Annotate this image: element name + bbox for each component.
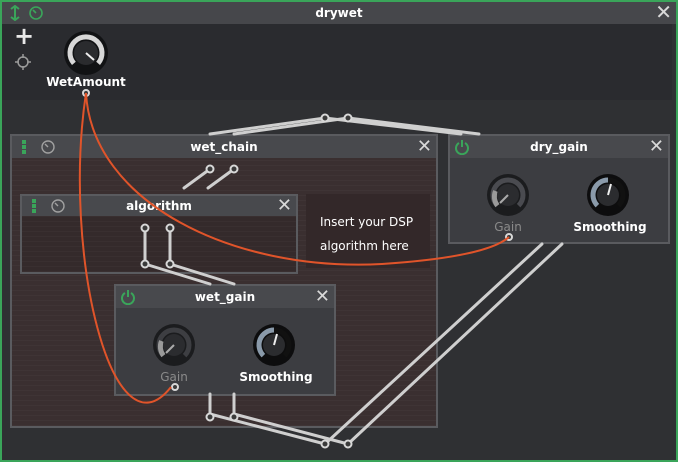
wet-gain-gain-label: Gain: [160, 370, 188, 384]
plus-icon[interactable]: +: [12, 24, 36, 48]
close-icon[interactable]: ✕: [655, 2, 672, 22]
wet-gain-title: wet_gain: [194, 290, 256, 304]
close-icon[interactable]: ✕: [649, 138, 664, 156]
wet-gain-smoothing-knob[interactable]: [252, 323, 296, 367]
dry-gain-knob[interactable]: [486, 173, 530, 217]
dsp-note-line-2: algorithm here: [320, 239, 409, 253]
dry-gain-gain-label: Gain: [494, 220, 522, 234]
close-icon[interactable]: ✕: [417, 138, 432, 156]
crosshair-icon[interactable]: [14, 53, 32, 71]
close-icon[interactable]: ✕: [315, 288, 330, 306]
wet-amount-knob[interactable]: [62, 29, 110, 77]
dry-gain-titlebar: dry_gain ✕: [450, 136, 668, 158]
window-titlebar: drywet ✕: [2, 2, 676, 24]
wet-amount-label: WetAmount: [46, 75, 126, 89]
dry-gain-title: dry_gain: [530, 140, 588, 154]
dry-gain-smoothing-label: Smoothing: [573, 220, 647, 234]
dry-gain-gain-mod-pin[interactable]: [505, 233, 513, 241]
algorithm-title: algorithm: [126, 199, 192, 213]
algorithm-panel: algorithm ✕: [20, 194, 298, 274]
wet-chain-title: wet_chain: [190, 140, 258, 154]
wet-gain-knob[interactable]: [152, 323, 196, 367]
close-icon[interactable]: ✕: [277, 197, 292, 215]
algorithm-titlebar: algorithm ✕: [22, 196, 296, 216]
dsp-note-line-1: Insert your DSP: [320, 215, 414, 229]
wet-gain-titlebar: wet_gain ✕: [116, 286, 334, 308]
wet-amount-modulation-pin[interactable]: [82, 89, 90, 97]
wet-gain-smoothing-label: Smoothing: [239, 370, 313, 384]
window-title: drywet: [315, 6, 363, 20]
dry-gain-smoothing-knob[interactable]: [586, 173, 630, 217]
dsp-note-box: Insert your DSP algorithm here: [306, 194, 430, 268]
wet-chain-titlebar: wet_chain ✕: [12, 136, 436, 158]
drywet-window: drywet ✕ + WetAmount wet_chain ✕ algorit…: [0, 0, 678, 462]
wet-gain-gain-mod-pin[interactable]: [171, 383, 179, 391]
